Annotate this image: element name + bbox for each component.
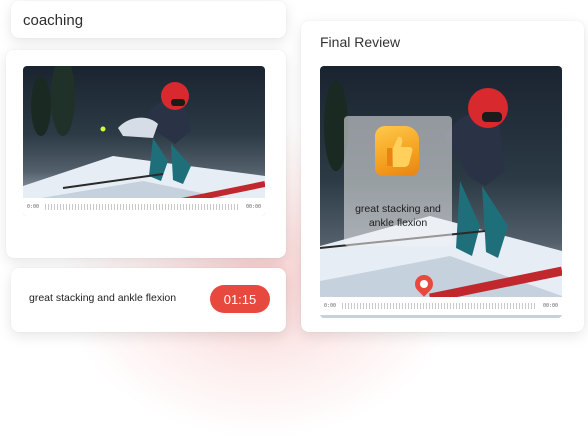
final-review-title: Final Review xyxy=(320,34,401,50)
review-video-time-end: 00:00 xyxy=(542,303,558,309)
coaching-title-card: coaching xyxy=(11,1,286,38)
comment-text: great stacking and ankle flexion xyxy=(29,292,177,304)
review-video-thumbnail[interactable]: great stacking and ankle flexion 0:00 00… xyxy=(320,66,562,318)
coaching-video-card: 0:00 00:00 xyxy=(6,50,286,258)
coaching-video-time-start: 0:00 xyxy=(27,204,40,210)
coaching-title: coaching xyxy=(23,12,84,29)
thumbs-up-icon xyxy=(375,126,419,176)
comment-card[interactable]: great stacking and ankle flexion 01:15 xyxy=(11,268,286,332)
coaching-video-thumbnail[interactable]: 0:00 00:00 xyxy=(23,66,265,216)
coaching-video-timeline[interactable]: 0:00 00:00 xyxy=(23,198,265,216)
review-video-time-start: 0:00 xyxy=(324,303,337,309)
skier-illustration xyxy=(23,66,265,216)
waveform xyxy=(45,204,240,210)
reaction-overlay: great stacking and ankle flexion xyxy=(344,116,452,246)
review-video-timeline[interactable]: 0:00 00:00 xyxy=(320,297,562,315)
coaching-video-time-end: 00:00 xyxy=(245,204,261,210)
waveform xyxy=(342,303,537,309)
comment-timestamp-badge[interactable]: 01:15 xyxy=(210,285,270,313)
overlay-comment-text: great stacking and ankle flexion xyxy=(355,203,441,229)
final-review-card: Final Review great stacking and ankle fl… xyxy=(301,21,584,332)
